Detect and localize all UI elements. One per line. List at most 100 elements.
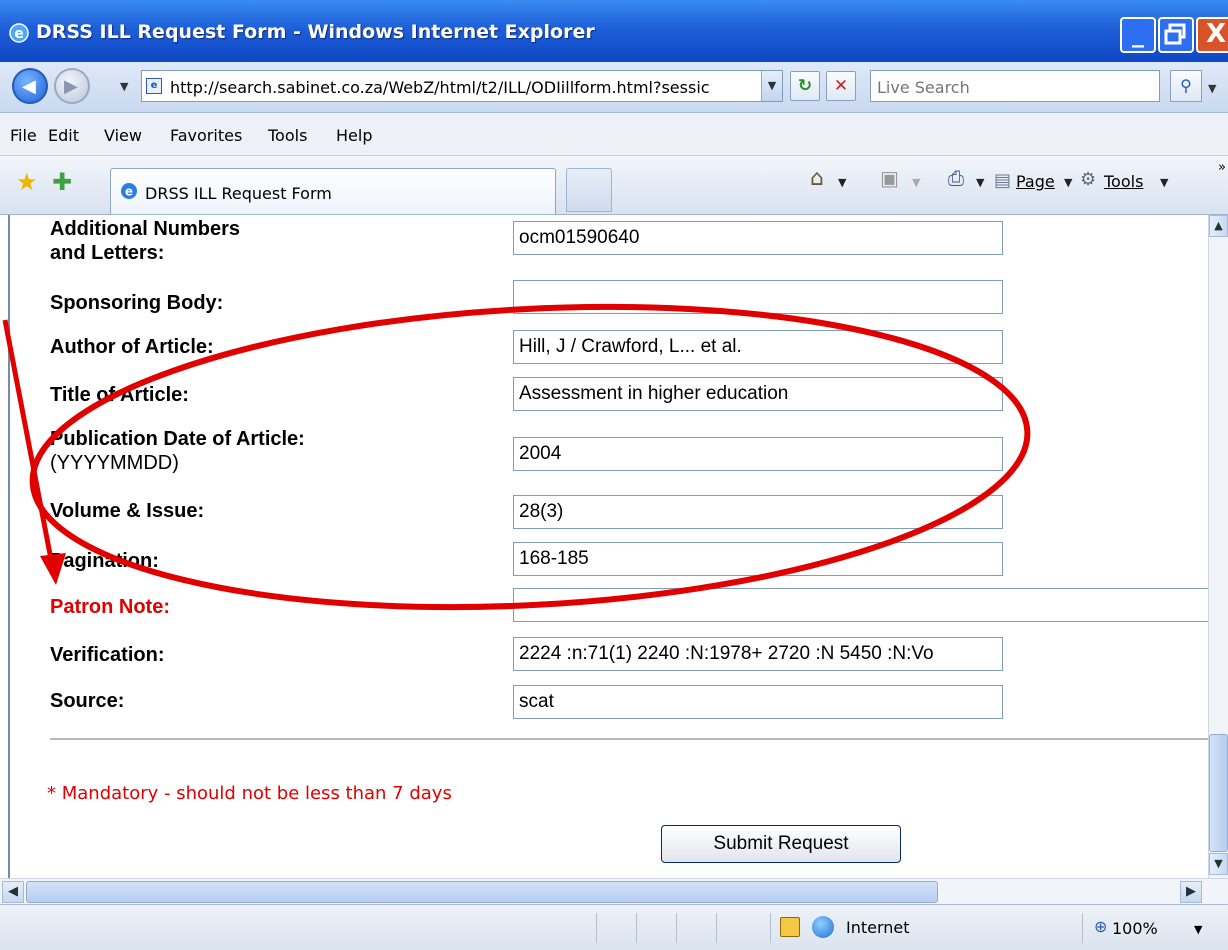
menu-tools[interactable]: Tools — [268, 126, 307, 145]
label-line-1: Additional Numbers — [50, 218, 241, 240]
address-toolbar: ◀ ▶ ▼ e http://search.sabinet.co.za/WebZ… — [0, 62, 1228, 113]
publication-date-field[interactable]: 2004 — [513, 437, 1003, 471]
scroll-down-icon[interactable]: ▼ — [1209, 853, 1228, 875]
address-dropdown-icon[interactable]: ▼ — [761, 71, 782, 101]
more-commands-icon[interactable]: » — [1218, 160, 1226, 175]
page-menu[interactable]: Page — [1016, 172, 1055, 191]
feeds-dropdown-icon[interactable]: ▼ — [912, 176, 920, 189]
back-arrow-icon: ◀ — [22, 76, 36, 97]
zoom-dropdown-icon[interactable]: ▼ — [1194, 923, 1202, 936]
scroll-up-icon[interactable]: ▲ — [1209, 215, 1228, 237]
tab-drss-ill[interactable]: e DRSS ILL Request Form — [110, 168, 556, 214]
title-field[interactable]: Assessment in higher education — [513, 377, 1003, 411]
divider — [50, 738, 1208, 740]
close-button[interactable]: X — [1196, 17, 1228, 53]
restore-icon — [1164, 23, 1186, 45]
zoom-level[interactable]: 100% — [1112, 919, 1158, 938]
scroll-left-icon[interactable]: ◀ — [2, 881, 24, 903]
home-dropdown-icon[interactable]: ▼ — [838, 176, 846, 189]
volume-issue-field[interactable]: 28(3) — [513, 495, 1003, 529]
security-zone[interactable]: Internet — [846, 918, 910, 937]
pagination-field[interactable]: 168-185 — [513, 542, 1003, 576]
patron-note-field[interactable] — [513, 588, 1208, 622]
label-title: Title of Article: — [50, 384, 189, 406]
horizontal-scroll-thumb[interactable] — [26, 881, 938, 903]
tools-gear-icon: ⚙ — [1080, 169, 1097, 190]
svg-text:e: e — [125, 185, 133, 199]
scroll-right-icon[interactable]: ▶ — [1180, 881, 1202, 903]
ie-page-icon: e — [121, 183, 137, 199]
status-separator — [716, 913, 717, 943]
status-separator — [770, 913, 771, 943]
search-box[interactable] — [870, 70, 1160, 102]
vertical-scrollbar[interactable]: ▲ ▼ — [1208, 215, 1228, 878]
label-pagination: Pagination: — [50, 550, 159, 572]
vertical-scroll-thumb[interactable] — [1209, 734, 1228, 852]
window-title: DRSS ILL Request Form - Windows Internet… — [36, 21, 595, 43]
menu-help[interactable]: Help — [336, 126, 372, 145]
submit-request-button[interactable]: Submit Request — [661, 825, 901, 863]
page-dropdown-icon[interactable]: ▼ — [1064, 176, 1072, 189]
label-line-2: and Letters: — [50, 242, 165, 264]
stop-button[interactable]: ✕ — [826, 71, 856, 101]
minimize-button[interactable]: _ — [1120, 17, 1156, 53]
status-separator — [676, 913, 677, 943]
menu-favorites[interactable]: Favorites — [170, 126, 242, 145]
menu-bar: File Edit View Favorites Tools Help — [0, 113, 1228, 156]
menu-edit[interactable]: Edit — [48, 126, 79, 145]
verification-field[interactable]: 2224 :n:71(1) 2240 :N:1978+ 2720 :N 5450… — [513, 637, 1003, 671]
label-publication-date: Publication Date of Article: (YYYYMMDD) — [50, 427, 305, 475]
refresh-button[interactable]: ↻ — [790, 71, 820, 101]
zoom-icon: ⊕ — [1094, 917, 1108, 936]
search-input[interactable] — [877, 78, 1147, 97]
date-format-hint: (YYYYMMDD) — [50, 452, 179, 474]
menu-file[interactable]: File — [10, 126, 37, 145]
history-dropdown-icon[interactable]: ▼ — [120, 80, 128, 93]
title-bar: e DRSS ILL Request Form - Windows Intern… — [0, 0, 1228, 62]
internet-zone-icon — [812, 916, 834, 938]
page-menu-icon: ▤ — [994, 170, 1012, 191]
protected-mode-icon[interactable] — [780, 917, 800, 937]
horizontal-scrollbar[interactable]: ◀ ▶ — [0, 878, 1228, 904]
status-separator — [1082, 913, 1083, 943]
search-icon[interactable]: ⚲ — [1170, 70, 1202, 102]
print-dropdown-icon[interactable]: ▼ — [976, 176, 984, 189]
label-patron-note: Patron Note: — [50, 596, 170, 618]
source-field[interactable]: scat — [513, 685, 1003, 719]
maximize-button[interactable] — [1158, 17, 1194, 53]
menu-view[interactable]: View — [104, 126, 142, 145]
status-separator — [636, 913, 637, 943]
forward-arrow-icon: ▶ — [64, 76, 78, 97]
add-favorites-icon[interactable]: ✚ — [52, 168, 72, 196]
status-separator — [596, 913, 597, 943]
mandatory-note: * Mandatory - should not be less than 7 … — [47, 783, 452, 804]
tab-label: DRSS ILL Request Form — [145, 184, 332, 203]
url-text[interactable]: http://search.sabinet.co.za/WebZ/html/t2… — [170, 78, 754, 97]
tools-menu[interactable]: Tools — [1104, 172, 1143, 191]
feeds-icon[interactable]: ▣ — [880, 166, 899, 190]
status-bar: Internet ⊕ 100% ▼ — [0, 904, 1228, 950]
address-field[interactable]: e http://search.sabinet.co.za/WebZ/html/… — [141, 70, 783, 102]
back-button[interactable]: ◀ — [12, 68, 48, 104]
tools-dropdown-icon[interactable]: ▼ — [1160, 176, 1168, 189]
new-tab-button[interactable] — [566, 168, 612, 212]
label-line-1: Publication Date of Article: — [50, 428, 305, 450]
label-volume-issue: Volume & Issue: — [50, 500, 205, 522]
label-author: Author of Article: — [50, 336, 214, 358]
tab-bar: ★ ✚ e DRSS ILL Request Form ⌂ ▼ ▣ ▼ ⎙ ▼ … — [0, 156, 1228, 215]
label-sponsoring-body: Sponsoring Body: — [50, 292, 224, 314]
print-icon[interactable]: ⎙ — [948, 166, 964, 190]
author-field[interactable]: Hill, J / Crawford, L... et al. — [513, 330, 1003, 364]
page-icon: e — [146, 78, 162, 94]
sponsoring-body-field[interactable] — [513, 280, 1003, 314]
search-options-icon[interactable]: ▼ — [1208, 82, 1216, 95]
label-additional-numbers: Additional Numbers and Letters: — [50, 217, 240, 265]
forward-button[interactable]: ▶ — [54, 68, 90, 104]
ie-logo-icon: e — [9, 23, 29, 43]
additional-numbers-field[interactable]: ocm01590640 — [513, 221, 1003, 255]
svg-text:e: e — [14, 26, 24, 42]
home-icon[interactable]: ⌂ — [810, 166, 824, 191]
page-content: Additional Numbers and Letters: ocm01590… — [8, 215, 1208, 878]
favorites-center-icon[interactable]: ★ — [16, 168, 38, 196]
label-verification: Verification: — [50, 644, 165, 666]
